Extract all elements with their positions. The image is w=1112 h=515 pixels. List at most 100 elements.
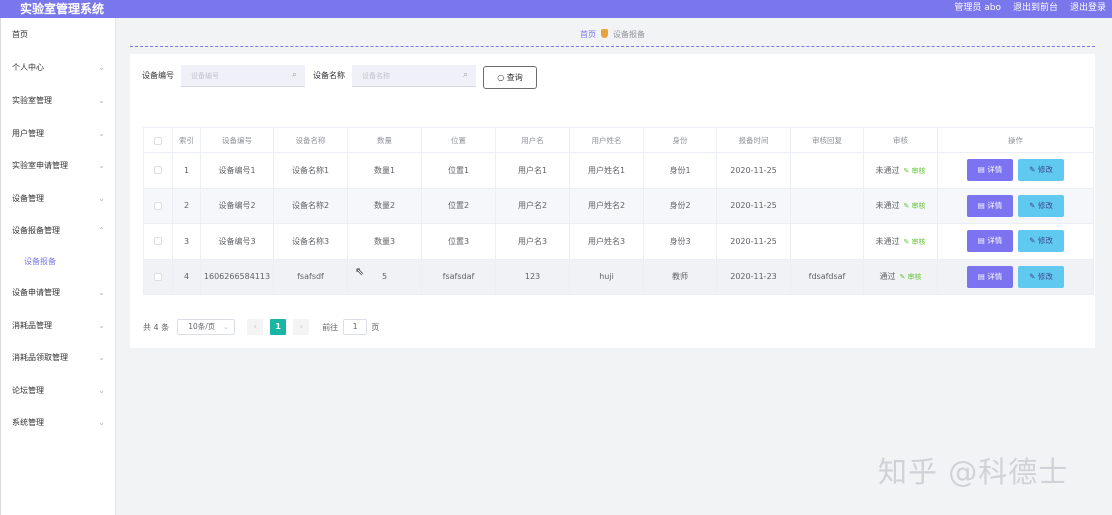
admin-label: 管理员 abo: [954, 3, 1001, 13]
sidebar-item-users[interactable]: 用户管理 ⌄: [1, 124, 117, 144]
chevron-down-icon: ⌄: [98, 63, 105, 72]
detail-button[interactable]: ▤ 详情: [967, 230, 1013, 253]
column-header: 位置: [421, 127, 496, 153]
table-cell-username: 123: [495, 258, 570, 295]
table-cell-actions: ▤ 详情 ✎ 修改: [937, 258, 1094, 295]
table-cell-username: 用户名2: [495, 187, 570, 224]
review-link[interactable]: ✎ 审核: [899, 273, 921, 281]
table-cell-reply: [790, 152, 864, 189]
table-cell-username: 用户名1: [495, 152, 570, 189]
search-icon: ⌕: [463, 70, 469, 80]
detail-button[interactable]: ▤ 详情: [967, 159, 1013, 182]
back-to-frontend-link[interactable]: 退出到前台: [1013, 0, 1058, 17]
sidebar-item-device-report[interactable]: 设备报备管理 ⌃: [1, 221, 117, 241]
device-name-label: 设备名称: [313, 71, 345, 80]
sidebar-item-consumable-receive[interactable]: 消耗品领取管理 ⌄: [1, 348, 117, 368]
column-header: 身份: [643, 127, 717, 153]
sidebar-item-lab-apply[interactable]: 实验室申请管理 ⌄: [1, 156, 117, 176]
table-cell-time: 2020-11-25: [716, 187, 791, 224]
edit-button[interactable]: ✎ 修改: [1018, 159, 1064, 182]
sidebar-item-system[interactable]: 系统管理 ⌄: [1, 413, 117, 433]
column-header: 审核: [863, 127, 938, 153]
review-link[interactable]: ✎ 审核: [903, 238, 925, 246]
page-size-select[interactable]: 10条/页 ⌄: [177, 319, 236, 335]
row-checkbox[interactable]: [143, 152, 173, 189]
table-cell-location: fsafsdaf: [421, 258, 496, 295]
review-link[interactable]: ✎ 审核: [903, 167, 925, 175]
table-cell-name: 设备名称3: [273, 223, 348, 260]
sidebar-subitem-device-report[interactable]: 设备报备: [1, 252, 117, 272]
page-number-current[interactable]: 1: [270, 319, 287, 335]
edit-icon: ✎: [1029, 271, 1038, 281]
table-cell-realname: 用户姓名1: [569, 152, 644, 189]
row-checkbox[interactable]: [143, 187, 173, 224]
table-cell-status: 未通过 ✎ 审核: [863, 187, 938, 224]
content-panel: 设备编号 ⌕ 设备名称 ⌕ ○ 查询 索引 设备编号 设备名称 数量 位置 用户…: [130, 54, 1095, 348]
table-cell-actions: ▤ 详情 ✎ 修改: [937, 152, 1094, 189]
next-page-button[interactable]: ›: [293, 319, 310, 335]
sidebar-item-forum[interactable]: 论坛管理 ⌄: [1, 381, 117, 401]
sidebar-item-device[interactable]: 设备管理 ⌄: [1, 189, 117, 209]
device-name-input[interactable]: [352, 65, 476, 87]
chevron-down-icon: ⌄: [98, 288, 105, 297]
table-cell-status: 未通过 ✎ 审核: [863, 223, 938, 260]
edit-icon: ✎: [1029, 200, 1038, 210]
table-cell-location: 位置3: [421, 223, 496, 260]
detail-button[interactable]: ▤ 详情: [967, 265, 1013, 288]
device-code-input[interactable]: [181, 65, 305, 87]
edit-icon: ✎: [903, 202, 912, 211]
table-cell-index: 1: [172, 152, 201, 189]
chevron-down-icon: ⌄: [98, 96, 105, 105]
sidebar-item-device-apply[interactable]: 设备申请管理 ⌄: [1, 283, 117, 303]
table-row: 1 设备编号1 设备名称1 数量1 位置1 用户名1 用户姓名1 身份1 2020-11-25 未…: [143, 152, 1094, 189]
logout-link[interactable]: 退出登录: [1070, 0, 1106, 17]
chevron-down-icon: ⌄: [98, 129, 105, 138]
breadcrumb-separator-icon: [601, 29, 608, 38]
table-cell-realname: 用户姓名3: [569, 223, 644, 260]
row-checkbox[interactable]: [143, 223, 173, 260]
watermark: 知乎 @科德士: [878, 455, 1069, 489]
detail-icon: ▤: [977, 271, 988, 281]
breadcrumb-home[interactable]: 首页: [580, 30, 596, 39]
search-icon: ⌕: [292, 70, 298, 80]
table-row: 2 设备编号2 设备名称2 数量2 位置2 用户名2 用户姓名2 身份2 2020-11-25 未…: [143, 187, 1094, 224]
table-cell-qty: 数量3: [347, 223, 422, 260]
sidebar-item-lab[interactable]: 实验室管理 ⌄: [1, 91, 117, 111]
chevron-up-icon: ⌃: [98, 226, 105, 235]
table-cell-qty: 数量2: [347, 187, 422, 224]
row-checkbox[interactable]: [143, 258, 173, 295]
main-content: 首页 设备报备 设备编号 ⌕ 设备名称 ⌕ ○ 查询 索引 设备编号 设备名称 数…: [117, 18, 1112, 515]
sidebar-item-home[interactable]: 首页: [1, 25, 117, 45]
edit-button[interactable]: ✎ 修改: [1018, 265, 1064, 288]
device-report-table: 索引 设备编号 设备名称 数量 位置 用户名 用户姓名 身份 报备时间 审核回复…: [143, 127, 1094, 295]
table-header-row: 索引 设备编号 设备名称 数量 位置 用户名 用户姓名 身份 报备时间 审核回复…: [143, 127, 1094, 153]
edit-icon: ✎: [899, 273, 908, 282]
table-cell-actions: ▤ 详情 ✎ 修改: [937, 223, 1094, 260]
select-all-checkbox[interactable]: [143, 127, 173, 153]
column-header: 数量: [347, 127, 422, 153]
table-cell-time: 2020-11-25: [716, 223, 791, 260]
column-header: 操作: [937, 127, 1094, 153]
chevron-down-icon: ⌄: [98, 418, 105, 427]
sidebar-item-profile[interactable]: 个人中心 ⌄: [1, 58, 117, 78]
review-link[interactable]: ✎ 审核: [903, 202, 925, 210]
table-cell-realname: 用户姓名2: [569, 187, 644, 224]
sidebar-item-consumables[interactable]: 消耗品管理 ⌄: [1, 316, 117, 336]
detail-button[interactable]: ▤ 详情: [967, 194, 1013, 217]
goto-page-input[interactable]: 1: [343, 319, 368, 335]
column-header: 设备编号: [200, 127, 274, 153]
table-cell-reply: [790, 223, 864, 260]
edit-button[interactable]: ✎ 修改: [1018, 194, 1064, 217]
pagination-total: 共 4 条: [143, 322, 170, 332]
edit-button[interactable]: ✎ 修改: [1018, 230, 1064, 253]
table-cell-username: 用户名3: [495, 223, 570, 260]
chevron-down-icon: ⌄: [98, 386, 105, 395]
query-button[interactable]: ○ 查询: [483, 66, 537, 89]
prev-page-button[interactable]: ‹: [247, 319, 264, 335]
table-cell-location: 位置2: [421, 187, 496, 224]
column-header: 审核回复: [790, 127, 864, 153]
table-cell-location: 位置1: [421, 152, 496, 189]
table-cell-name: fsafsdf: [273, 258, 348, 295]
device-code-label: 设备编号: [142, 71, 174, 80]
table-cell-time: 2020-11-23: [716, 258, 791, 295]
